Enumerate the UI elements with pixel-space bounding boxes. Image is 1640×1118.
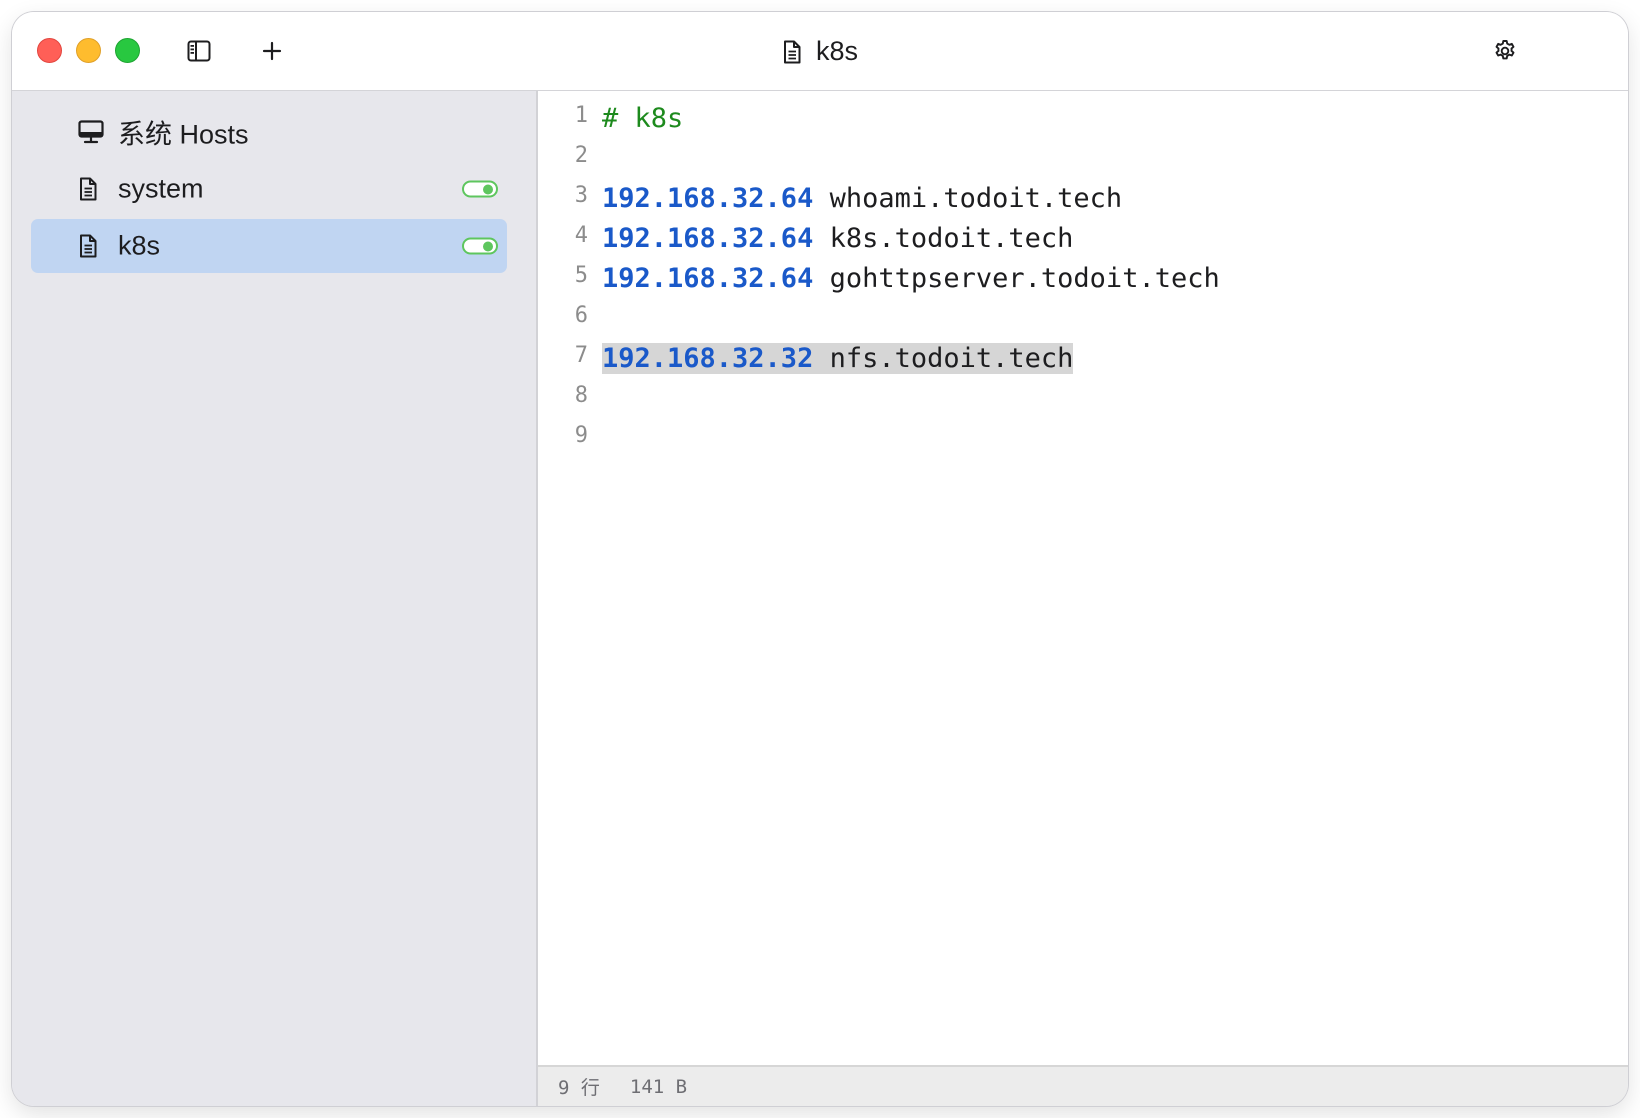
ip-address: 192.168.32.64 xyxy=(602,223,814,254)
code-line[interactable]: # k8s xyxy=(602,99,683,139)
sidebar-item-system[interactable]: system xyxy=(31,162,507,216)
line-number-gutter: 1 2 3 4 5 6 7 8 9 xyxy=(538,91,596,1065)
enable-toggle-system[interactable] xyxy=(462,180,498,198)
ip-address: 192.168.32.64 xyxy=(602,183,814,214)
sidebar-item-label: 系统 Hosts xyxy=(118,119,249,150)
line-number: 5 xyxy=(574,263,588,288)
ip-address: 192.168.32.64 xyxy=(602,263,814,294)
hostname: whoami.todoit.tech xyxy=(829,183,1123,214)
ip-address: 192.168.32.32 xyxy=(602,343,814,374)
document-icon xyxy=(78,234,98,258)
line-number: 9 xyxy=(574,423,588,448)
code-line[interactable]: 192.168.32.64 whoami.todoit.tech xyxy=(602,179,1122,219)
monitor-icon xyxy=(78,120,104,144)
hostname: k8s.todoit.tech xyxy=(829,223,1074,254)
code-line-highlighted[interactable]: 192.168.32.32 nfs.todoit.tech xyxy=(602,339,1074,379)
sidebar-item-label: system xyxy=(118,173,204,204)
line-number: 8 xyxy=(574,383,588,408)
gear-icon xyxy=(1495,40,1515,60)
app-window: k8s 系统 Hosts system k8s 1 2 3 4 5 6 7 8 … xyxy=(12,12,1628,1106)
sidebar-item-system-hosts[interactable]: 系统 Hosts xyxy=(31,105,507,159)
line-number: 3 xyxy=(574,183,588,208)
line-number: 4 xyxy=(574,223,588,248)
file-size: 141 B xyxy=(629,1075,688,1098)
hostname: gohttpserver.todoit.tech xyxy=(829,263,1220,294)
sidebar-item-k8s[interactable]: k8s xyxy=(31,219,507,273)
window-title-group: k8s xyxy=(12,36,1628,67)
comment-text: # k8s xyxy=(602,103,684,134)
line-number: 7 xyxy=(574,343,588,368)
code-editor[interactable]: 1 2 3 4 5 6 7 8 9 # k8s 192.168.32.64 wh… xyxy=(538,91,1628,1065)
line-number: 2 xyxy=(574,143,588,168)
status-bar: 9 行 141 B xyxy=(538,1065,1628,1106)
enable-toggle-k8s[interactable] xyxy=(462,237,498,255)
document-icon xyxy=(78,177,98,201)
code-line[interactable]: 192.168.32.64 k8s.todoit.tech xyxy=(602,219,1073,259)
line-number: 6 xyxy=(574,303,588,328)
window-title: k8s xyxy=(815,36,859,66)
code-line[interactable]: 192.168.32.64 gohttpserver.todoit.tech xyxy=(602,259,1220,299)
hostname: nfs.todoit.tech xyxy=(829,343,1074,374)
document-icon xyxy=(782,40,802,64)
sidebar-item-label: k8s xyxy=(118,230,161,261)
line-highlight: 192.168.32.32 nfs.todoit.tech xyxy=(602,343,1074,374)
settings-button[interactable] xyxy=(1492,38,1518,64)
sidebar: 系统 Hosts system k8s xyxy=(12,91,538,1106)
line-number: 1 xyxy=(574,103,588,128)
line-count: 9 行 xyxy=(558,1077,600,1099)
title-bar: k8s xyxy=(12,12,1628,91)
